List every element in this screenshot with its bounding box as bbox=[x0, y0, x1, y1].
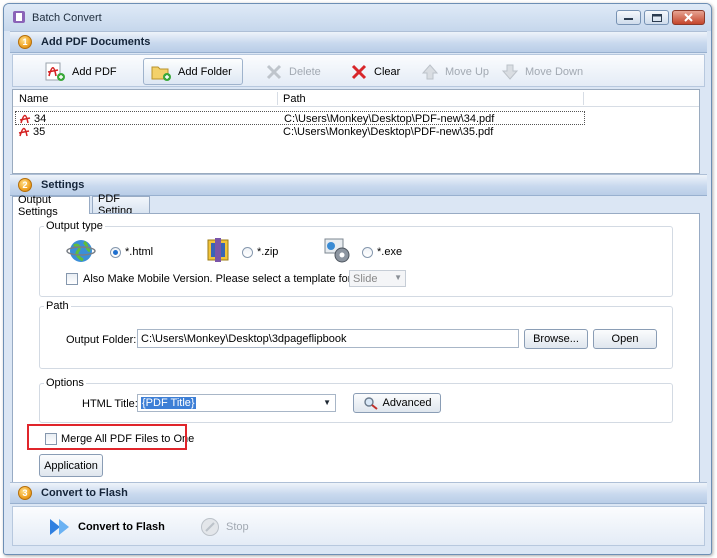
stop-icon bbox=[201, 517, 219, 536]
open-button[interactable]: Open bbox=[593, 329, 657, 349]
tab-output-settings[interactable]: Output Settings bbox=[12, 194, 90, 218]
advanced-button[interactable]: Advanced bbox=[353, 393, 441, 413]
output-type-group: Output type *.html *.zip *.exe Also Make… bbox=[39, 220, 673, 297]
minimize-button[interactable] bbox=[616, 10, 641, 25]
fast-forward-icon bbox=[50, 518, 69, 535]
file-path: C:\Users\Monkey\Desktop\PDF-new\35.pdf bbox=[283, 126, 494, 138]
stop-label: Stop bbox=[226, 520, 249, 533]
move-down-label: Move Down bbox=[525, 65, 584, 78]
app-icon bbox=[13, 11, 25, 23]
batch-convert-window: Batch Convert 1 Add PDF Documents Add PD… bbox=[3, 3, 712, 555]
html-title-combobox[interactable]: {PDF Title} ▼ bbox=[137, 394, 336, 412]
output-folder-label: Output Folder: bbox=[66, 334, 137, 346]
convert-label: Convert to Flash bbox=[78, 520, 165, 533]
close-icon bbox=[684, 13, 693, 22]
convert-to-flash-button[interactable]: Convert to Flash bbox=[41, 513, 172, 540]
section-convert: 3 Convert to Flash bbox=[10, 482, 707, 504]
mobile-version-label: Also Make Mobile Version. Please select … bbox=[83, 273, 390, 285]
radio-zip[interactable] bbox=[242, 247, 253, 258]
chevron-down-icon: ▼ bbox=[394, 273, 402, 282]
chevron-down-icon: ▼ bbox=[323, 398, 331, 407]
pdf-file-icon bbox=[19, 114, 31, 124]
column-path[interactable]: Path bbox=[283, 93, 306, 105]
output-type-label: Output type bbox=[44, 220, 105, 232]
radio-exe[interactable] bbox=[362, 247, 373, 258]
file-name: 35 bbox=[33, 126, 46, 138]
add-pdf-icon bbox=[45, 62, 65, 81]
exe-gear-icon bbox=[324, 238, 350, 263]
zip-archive-icon bbox=[207, 238, 229, 262]
arrow-down-icon bbox=[501, 64, 519, 80]
column-separator bbox=[583, 92, 584, 105]
file-toolbar: Add PDF Add Folder Delete Clear Move Up … bbox=[12, 54, 705, 87]
delete-label: Delete bbox=[289, 65, 321, 78]
merge-highlight-box bbox=[27, 424, 187, 450]
add-folder-label: Add Folder bbox=[178, 65, 232, 78]
mobile-template-select[interactable]: Slide ▼ bbox=[349, 270, 406, 287]
section-number-3: 3 bbox=[18, 486, 32, 500]
magnifier-icon bbox=[363, 397, 378, 410]
options-group: Options HTML Title: {PDF Title} ▼ Advanc… bbox=[39, 377, 673, 423]
delete-icon bbox=[266, 64, 282, 79]
add-folder-icon bbox=[151, 66, 171, 81]
radio-html-label: *.html bbox=[125, 246, 154, 258]
advanced-label: Advanced bbox=[382, 397, 432, 409]
maximize-icon bbox=[651, 13, 662, 22]
tab-pdf-setting[interactable]: PDF Setting bbox=[92, 193, 150, 217]
clear-label: Clear bbox=[374, 65, 401, 78]
add-pdf-button[interactable]: Add PDF bbox=[37, 58, 124, 85]
stop-button[interactable]: Stop bbox=[193, 513, 256, 540]
column-separator bbox=[277, 92, 278, 105]
convert-toolbar: Convert to Flash Stop bbox=[12, 506, 705, 546]
section-number-2: 2 bbox=[18, 178, 32, 192]
section-number-1: 1 bbox=[18, 35, 32, 49]
window-title: Batch Convert bbox=[32, 12, 102, 24]
close-button[interactable] bbox=[672, 10, 705, 25]
html-title-label: HTML Title: bbox=[82, 398, 138, 410]
file-path: C:\Users\Monkey\Desktop\PDF-new\34.pdf bbox=[284, 113, 495, 125]
clear-icon bbox=[351, 64, 367, 79]
html-title-value: {PDF Title} bbox=[141, 397, 196, 409]
title-bar[interactable]: Batch Convert bbox=[4, 4, 711, 31]
file-list-header: Name Path bbox=[13, 90, 699, 107]
arrow-up-icon bbox=[421, 63, 439, 79]
mobile-template-value: Slide bbox=[353, 273, 378, 285]
move-down-button[interactable]: Move Down bbox=[494, 58, 590, 85]
output-folder-input[interactable]: C:\Users\Monkey\Desktop\3dpageflipbook bbox=[137, 329, 519, 348]
radio-zip-label: *.zip bbox=[257, 246, 279, 258]
mobile-version-checkbox[interactable] bbox=[66, 273, 78, 285]
pdf-file-list[interactable]: Name Path 34 C:\Users\Monkey\Desktop\PDF… bbox=[12, 89, 700, 174]
application-button[interactable]: Application bbox=[39, 454, 103, 477]
move-up-button[interactable]: Move Up bbox=[414, 58, 496, 85]
add-pdf-label: Add PDF bbox=[72, 65, 117, 78]
globe-icon bbox=[66, 240, 96, 262]
maximize-button[interactable] bbox=[644, 10, 669, 25]
radio-html[interactable] bbox=[110, 247, 121, 258]
browse-button[interactable]: Browse... bbox=[524, 329, 588, 349]
path-group-label: Path bbox=[44, 300, 71, 312]
clear-button[interactable]: Clear bbox=[343, 58, 407, 85]
section-add-pdf: 1 Add PDF Documents bbox=[10, 31, 707, 53]
file-row[interactable]: 35 C:\Users\Monkey\Desktop\PDF-new\35.pd… bbox=[15, 125, 585, 139]
move-up-label: Move Up bbox=[445, 65, 490, 78]
pdf-file-icon bbox=[18, 127, 30, 137]
options-group-label: Options bbox=[44, 377, 86, 389]
section-title: Settings bbox=[41, 179, 85, 191]
section-title: Convert to Flash bbox=[41, 487, 128, 499]
section-title: Add PDF Documents bbox=[41, 36, 151, 48]
minimize-icon bbox=[624, 17, 633, 20]
file-name: 34 bbox=[34, 113, 47, 125]
file-row[interactable]: 34 C:\Users\Monkey\Desktop\PDF-new\34.pd… bbox=[15, 111, 585, 125]
path-group: Path Output Folder: C:\Users\Monkey\Desk… bbox=[39, 300, 673, 369]
delete-button[interactable]: Delete bbox=[258, 58, 328, 85]
radio-exe-label: *.exe bbox=[377, 246, 403, 258]
add-folder-button[interactable]: Add Folder bbox=[143, 58, 243, 85]
column-name[interactable]: Name bbox=[19, 93, 48, 105]
